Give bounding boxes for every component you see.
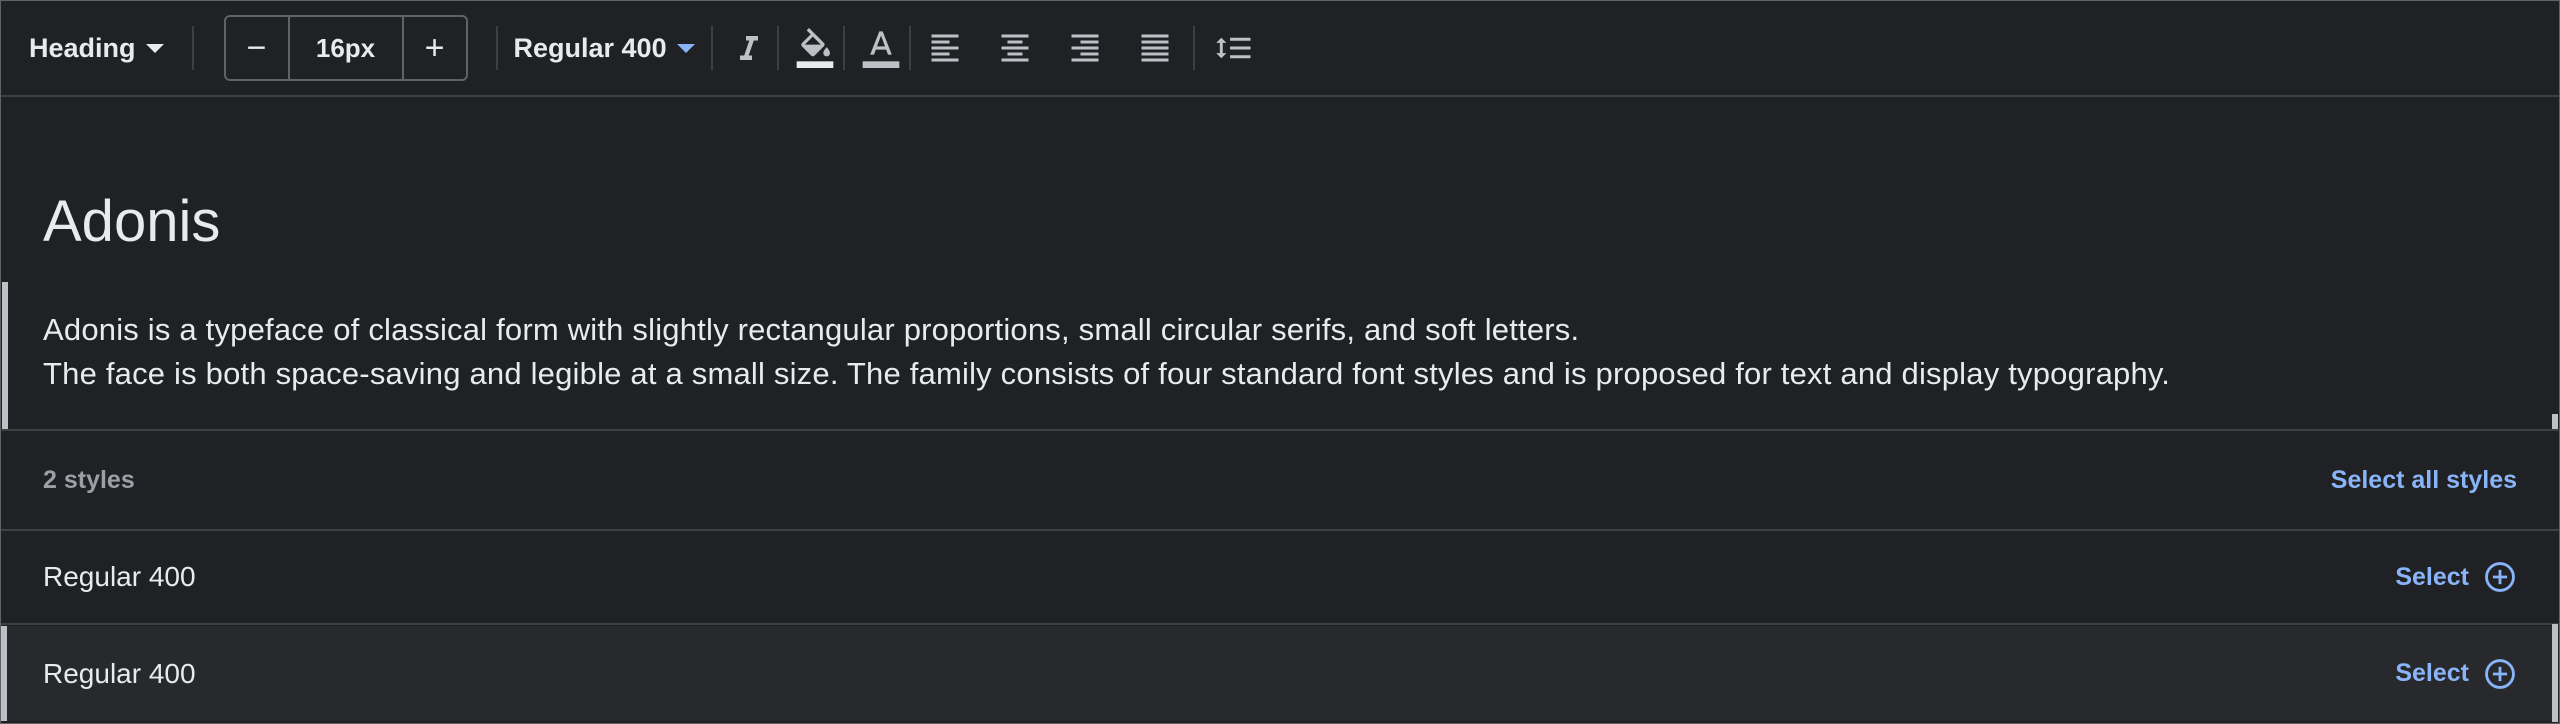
text-color-button[interactable] [853,20,909,76]
toolbar-divider [776,26,779,70]
style-name: Regular 400 [43,657,196,689]
align-justify-icon [1141,34,1169,62]
fill-color-icon [796,28,833,68]
select-style-button[interactable]: Select [2395,657,2517,691]
preview-line: Adonis is a typeface of classical form w… [43,312,1580,347]
font-weight-label: Regular 400 [513,32,667,63]
focus-indicator [2552,414,2558,430]
fill-color-button[interactable] [787,20,843,76]
toolbar-divider [1192,26,1195,70]
style-name: Regular 400 [43,561,196,592]
font-weight-dropdown[interactable]: Regular 400 [514,33,695,64]
decrease-font-size-button[interactable]: − [226,17,288,79]
line-height-button[interactable] [1205,20,1261,76]
text-color-icon [862,31,899,68]
align-center-icon [1001,34,1029,62]
line-height-icon [1215,37,1251,59]
toolbar-divider [710,26,713,70]
italic-icon [739,36,758,60]
increase-font-size-button[interactable]: + [404,17,466,79]
add-circle-icon [2485,658,2515,689]
preview-text[interactable]: Adonis is a typeface of classical form w… [43,308,2170,396]
align-right-button[interactable] [1057,20,1113,76]
italic-button[interactable] [721,20,777,76]
font-size-field[interactable]: 16px [287,17,404,79]
align-right-icon [1071,34,1099,62]
toolbar: Heading − 16px + Regular 400 [1,1,2559,97]
styles-header: 2 styles Select all styles [1,429,2559,531]
select-label: Select [2395,659,2469,687]
styles-count: 2 styles [43,465,135,494]
select-label: Select [2395,562,2469,591]
font-preview: Adonis Adonis is a typeface of classical… [1,96,2559,429]
text-type-label: Heading [29,32,136,63]
text-type-dropdown[interactable]: Heading [29,33,164,64]
toolbar-divider [191,26,194,70]
focus-indicator [2,282,8,430]
preview-line: The face is both space-saving and legibl… [43,356,2171,391]
chevron-down-icon [145,43,164,53]
align-left-button[interactable] [917,20,973,76]
preview-title: Adonis [43,189,221,254]
select-style-button[interactable]: Select [2395,560,2517,594]
style-row: Regular 400 Select [1,531,2559,625]
add-circle-icon [2485,562,2515,592]
toolbar-divider [908,26,911,70]
toolbar-divider [495,26,498,70]
align-left-icon [931,34,959,62]
select-all-styles-button[interactable]: Select all styles [2331,466,2517,495]
align-justify-button[interactable] [1127,20,1183,76]
focus-indicator [2552,624,2558,722]
toolbar-divider [842,26,845,70]
chevron-down-icon [676,43,695,53]
style-row: Regular 400 Select [1,626,2559,721]
font-size-stepper: − 16px + [223,15,468,81]
align-center-button[interactable] [987,20,1043,76]
